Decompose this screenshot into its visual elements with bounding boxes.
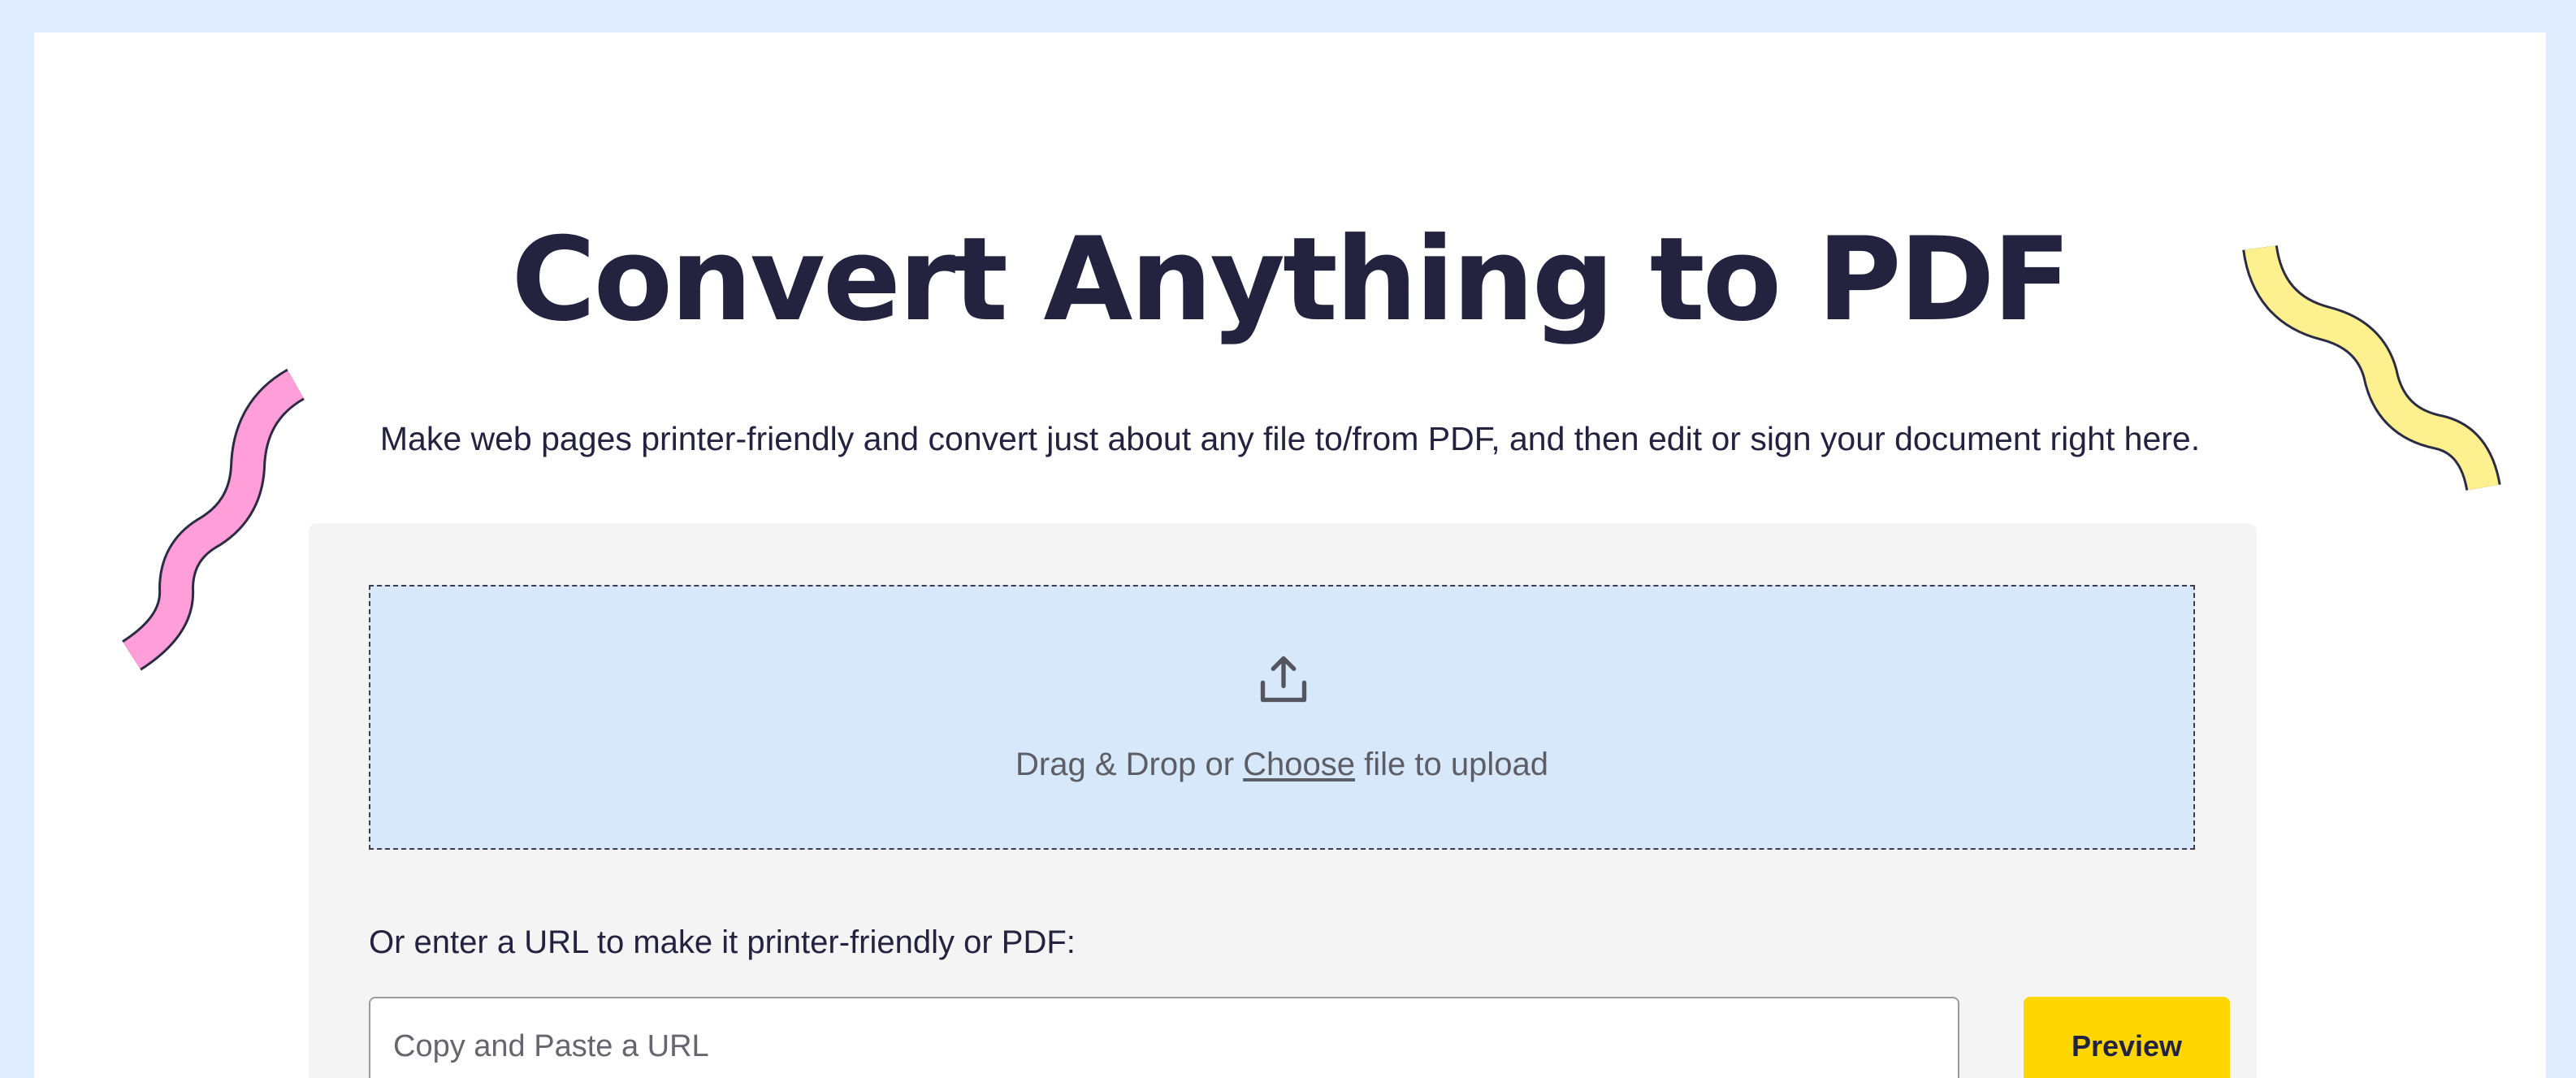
page-subtitle: Make web pages printer-friendly and conv…: [379, 420, 2201, 457]
file-dropzone[interactable]: Drag & Drop or Choose file to upload: [369, 585, 2195, 850]
upload-icon: [1260, 656, 1307, 703]
converter-panel: Drag & Drop or Choose file to upload Or …: [309, 523, 2257, 1078]
dropzone-instructions: Drag & Drop or Choose file to upload: [370, 742, 2193, 786]
pink-squiggle-decoration: [121, 368, 305, 671]
page-card: Convert Anything to PDF Make web pages p…: [34, 32, 2546, 1078]
page-title: Convert Anything to PDF: [511, 213, 2071, 347]
url-input[interactable]: [369, 997, 1959, 1078]
dropzone-text-before: Drag & Drop or: [1015, 747, 1244, 782]
url-field-label: Or enter a URL to make it printer-friend…: [369, 924, 1076, 960]
preview-button[interactable]: Preview: [2024, 997, 2230, 1078]
dropzone-text-after: file to upload: [1355, 747, 1548, 782]
choose-file-link[interactable]: Choose: [1243, 747, 1355, 782]
